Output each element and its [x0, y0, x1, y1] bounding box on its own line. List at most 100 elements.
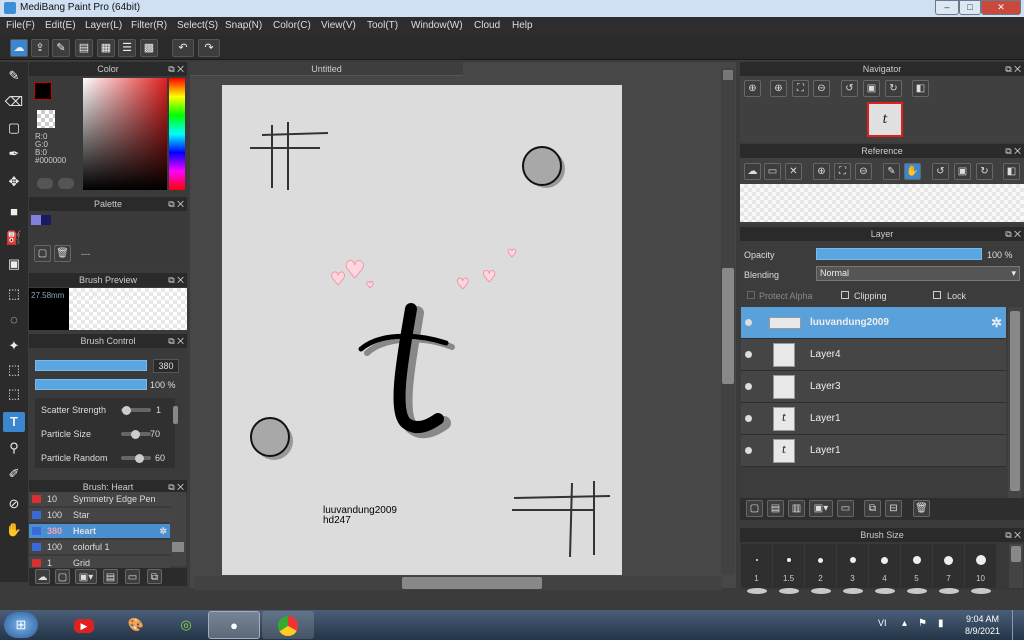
- palette-swatch[interactable]: [41, 215, 51, 225]
- eye-icon[interactable]: [745, 383, 752, 390]
- dropper-icon[interactable]: ✎: [883, 163, 900, 180]
- list-icon[interactable]: ☰: [118, 39, 136, 57]
- reset-view-icon[interactable]: ▣: [863, 80, 880, 97]
- brush-size-cell[interactable]: 1: [741, 544, 772, 594]
- menu-layer[interactable]: Layer(L): [85, 20, 122, 31]
- horizontal-scrollbar[interactable]: [194, 576, 722, 590]
- menu-snap[interactable]: Snap(N): [225, 20, 262, 31]
- gear-icon[interactable]: ✲: [991, 315, 1002, 331]
- brush-size-cell[interactable]: 10: [965, 544, 996, 594]
- brush-list-item[interactable]: 100 Star: [29, 508, 170, 522]
- select-eraser-icon[interactable]: ⬚: [3, 384, 25, 404]
- fit-window-icon[interactable]: ⛶: [834, 163, 851, 180]
- menu-file[interactable]: File(F): [6, 20, 35, 31]
- comment-icon[interactable]: ✎: [52, 39, 70, 57]
- hand-icon[interactable]: ✋: [904, 163, 921, 180]
- lock-checkbox[interactable]: [933, 291, 941, 299]
- cloud-brush-icon[interactable]: ☁: [35, 569, 50, 584]
- layer-row[interactable]: luuvandung2009 ✲: [741, 307, 1006, 339]
- redo-icon[interactable]: ↷: [198, 39, 220, 57]
- magic-wand-icon[interactable]: ✦: [3, 336, 25, 356]
- brush-size-cell[interactable]: 5: [901, 544, 932, 594]
- brush-settings-icon[interactable]: ▤: [103, 569, 118, 584]
- new-halftone-layer-icon[interactable]: ▤: [767, 500, 784, 517]
- youtube-icon[interactable]: ▶: [58, 611, 110, 639]
- share-icon[interactable]: ⇪: [31, 39, 49, 57]
- show-desktop-button[interactable]: [1012, 610, 1024, 640]
- mirage-icon[interactable]: ◎: [160, 611, 212, 639]
- layer-row[interactable]: Layer4: [741, 339, 1006, 371]
- panel-close-icon[interactable]: ⧉ ✕: [168, 273, 184, 287]
- panel-close-icon[interactable]: ⧉ ✕: [1005, 227, 1021, 241]
- minimize-button[interactable]: –: [935, 0, 959, 15]
- chrome-icon[interactable]: [262, 611, 314, 639]
- open-reference-icon[interactable]: ▭: [764, 163, 781, 180]
- rotate-left-icon[interactable]: ↺: [932, 163, 949, 180]
- brush-list-scrollbar[interactable]: [170, 492, 186, 566]
- add-brush-icon[interactable]: ▣▾: [75, 569, 97, 584]
- panel-close-icon[interactable]: ⧉ ✕: [1005, 144, 1021, 158]
- undo-icon[interactable]: ↶: [172, 39, 194, 57]
- menu-edit[interactable]: Edit(E): [45, 20, 76, 31]
- close-button[interactable]: ✕: [981, 0, 1021, 15]
- palette-swatch[interactable]: [31, 215, 41, 225]
- new-8bit-layer-icon[interactable]: ▥: [788, 500, 805, 517]
- panel-close-icon[interactable]: ⧉ ✕: [168, 334, 184, 348]
- slider-knob[interactable]: [135, 454, 144, 463]
- maximize-button[interactable]: □: [959, 0, 981, 15]
- zoom-out-icon[interactable]: ⊖: [813, 80, 830, 97]
- menu-filter[interactable]: Filter(R): [131, 20, 167, 31]
- gear-icon[interactable]: ✲: [159, 524, 167, 538]
- eye-icon[interactable]: [745, 351, 752, 358]
- slider-knob[interactable]: [122, 406, 131, 415]
- brush-list-item[interactable]: 100 colorful 1: [29, 540, 170, 554]
- color-saturation-field[interactable]: [83, 78, 167, 190]
- blending-select[interactable]: Normal ▾: [816, 266, 1020, 281]
- brush-size-cell[interactable]: 7: [933, 544, 964, 594]
- layer-row[interactable]: t Layer1: [741, 435, 1006, 467]
- menu-help[interactable]: Help: [512, 20, 533, 31]
- flip-icon[interactable]: ◧: [1003, 163, 1020, 180]
- eye-icon[interactable]: [745, 415, 752, 422]
- lasso-tool-icon[interactable]: ◌: [3, 310, 25, 330]
- close-reference-icon[interactable]: ✕: [785, 163, 802, 180]
- document-canvas[interactable]: ♥ ♥ ♥ ♥ ♥ ♥ luuvandung2009 hd247: [222, 85, 622, 575]
- menu-cloud[interactable]: Cloud: [474, 20, 500, 31]
- rotate-right-icon[interactable]: ↻: [885, 80, 902, 97]
- brush-list-item[interactable]: 380 Heart ✲: [29, 524, 170, 538]
- menu-tool[interactable]: Tool(T): [367, 20, 398, 31]
- text-tool-icon[interactable]: T: [3, 412, 25, 432]
- duplicate-brush-icon[interactable]: ⧉: [147, 569, 162, 584]
- merge-layer-icon[interactable]: ⊟: [885, 500, 902, 517]
- brush-size-slider[interactable]: [35, 360, 147, 371]
- brush-size-scrollbar[interactable]: [1009, 544, 1023, 588]
- reference-view[interactable]: [740, 184, 1024, 222]
- tray-arrow-icon[interactable]: ▴: [902, 618, 907, 629]
- fill-rect-tool-icon[interactable]: ■: [3, 202, 25, 222]
- pen-tool-icon[interactable]: ✒: [3, 144, 25, 164]
- gradient-tool-icon[interactable]: ▣: [3, 254, 25, 274]
- clipping-checkbox[interactable]: [841, 291, 849, 299]
- menu-color[interactable]: Color(C): [273, 20, 311, 31]
- flip-icon[interactable]: ◧: [912, 80, 929, 97]
- delete-layer-icon[interactable]: 🗑: [913, 500, 930, 517]
- fit-window-icon[interactable]: ⛶: [792, 80, 809, 97]
- color-picker-button[interactable]: [58, 178, 74, 189]
- eye-icon[interactable]: [745, 319, 752, 326]
- brush-size-value[interactable]: 380: [153, 359, 179, 373]
- brush-size-cell[interactable]: 4: [869, 544, 900, 594]
- add-layer-menu-icon[interactable]: ▣▾: [809, 500, 833, 517]
- language-indicator[interactable]: VI: [878, 618, 887, 628]
- tab-untitled[interactable]: Untitled: [190, 62, 463, 76]
- cloud-reference-icon[interactable]: ☁: [744, 163, 761, 180]
- brush-list-item[interactable]: 10 Symmetry Edge Pen: [29, 492, 170, 506]
- new-layer-icon[interactable]: ▢: [746, 500, 763, 517]
- operation-tool-icon[interactable]: ⚲: [3, 438, 25, 458]
- navigator-thumbnail[interactable]: t: [867, 102, 903, 137]
- hand-tool-icon[interactable]: ✋: [3, 520, 25, 540]
- zoom-in-icon[interactable]: ⊕: [813, 163, 830, 180]
- new-folder-icon[interactable]: ▭: [837, 500, 854, 517]
- zoom-fit-icon[interactable]: ⊕: [744, 80, 761, 97]
- brush-size-cell[interactable]: 1.5: [773, 544, 804, 594]
- reset-view-icon[interactable]: ▣: [954, 163, 971, 180]
